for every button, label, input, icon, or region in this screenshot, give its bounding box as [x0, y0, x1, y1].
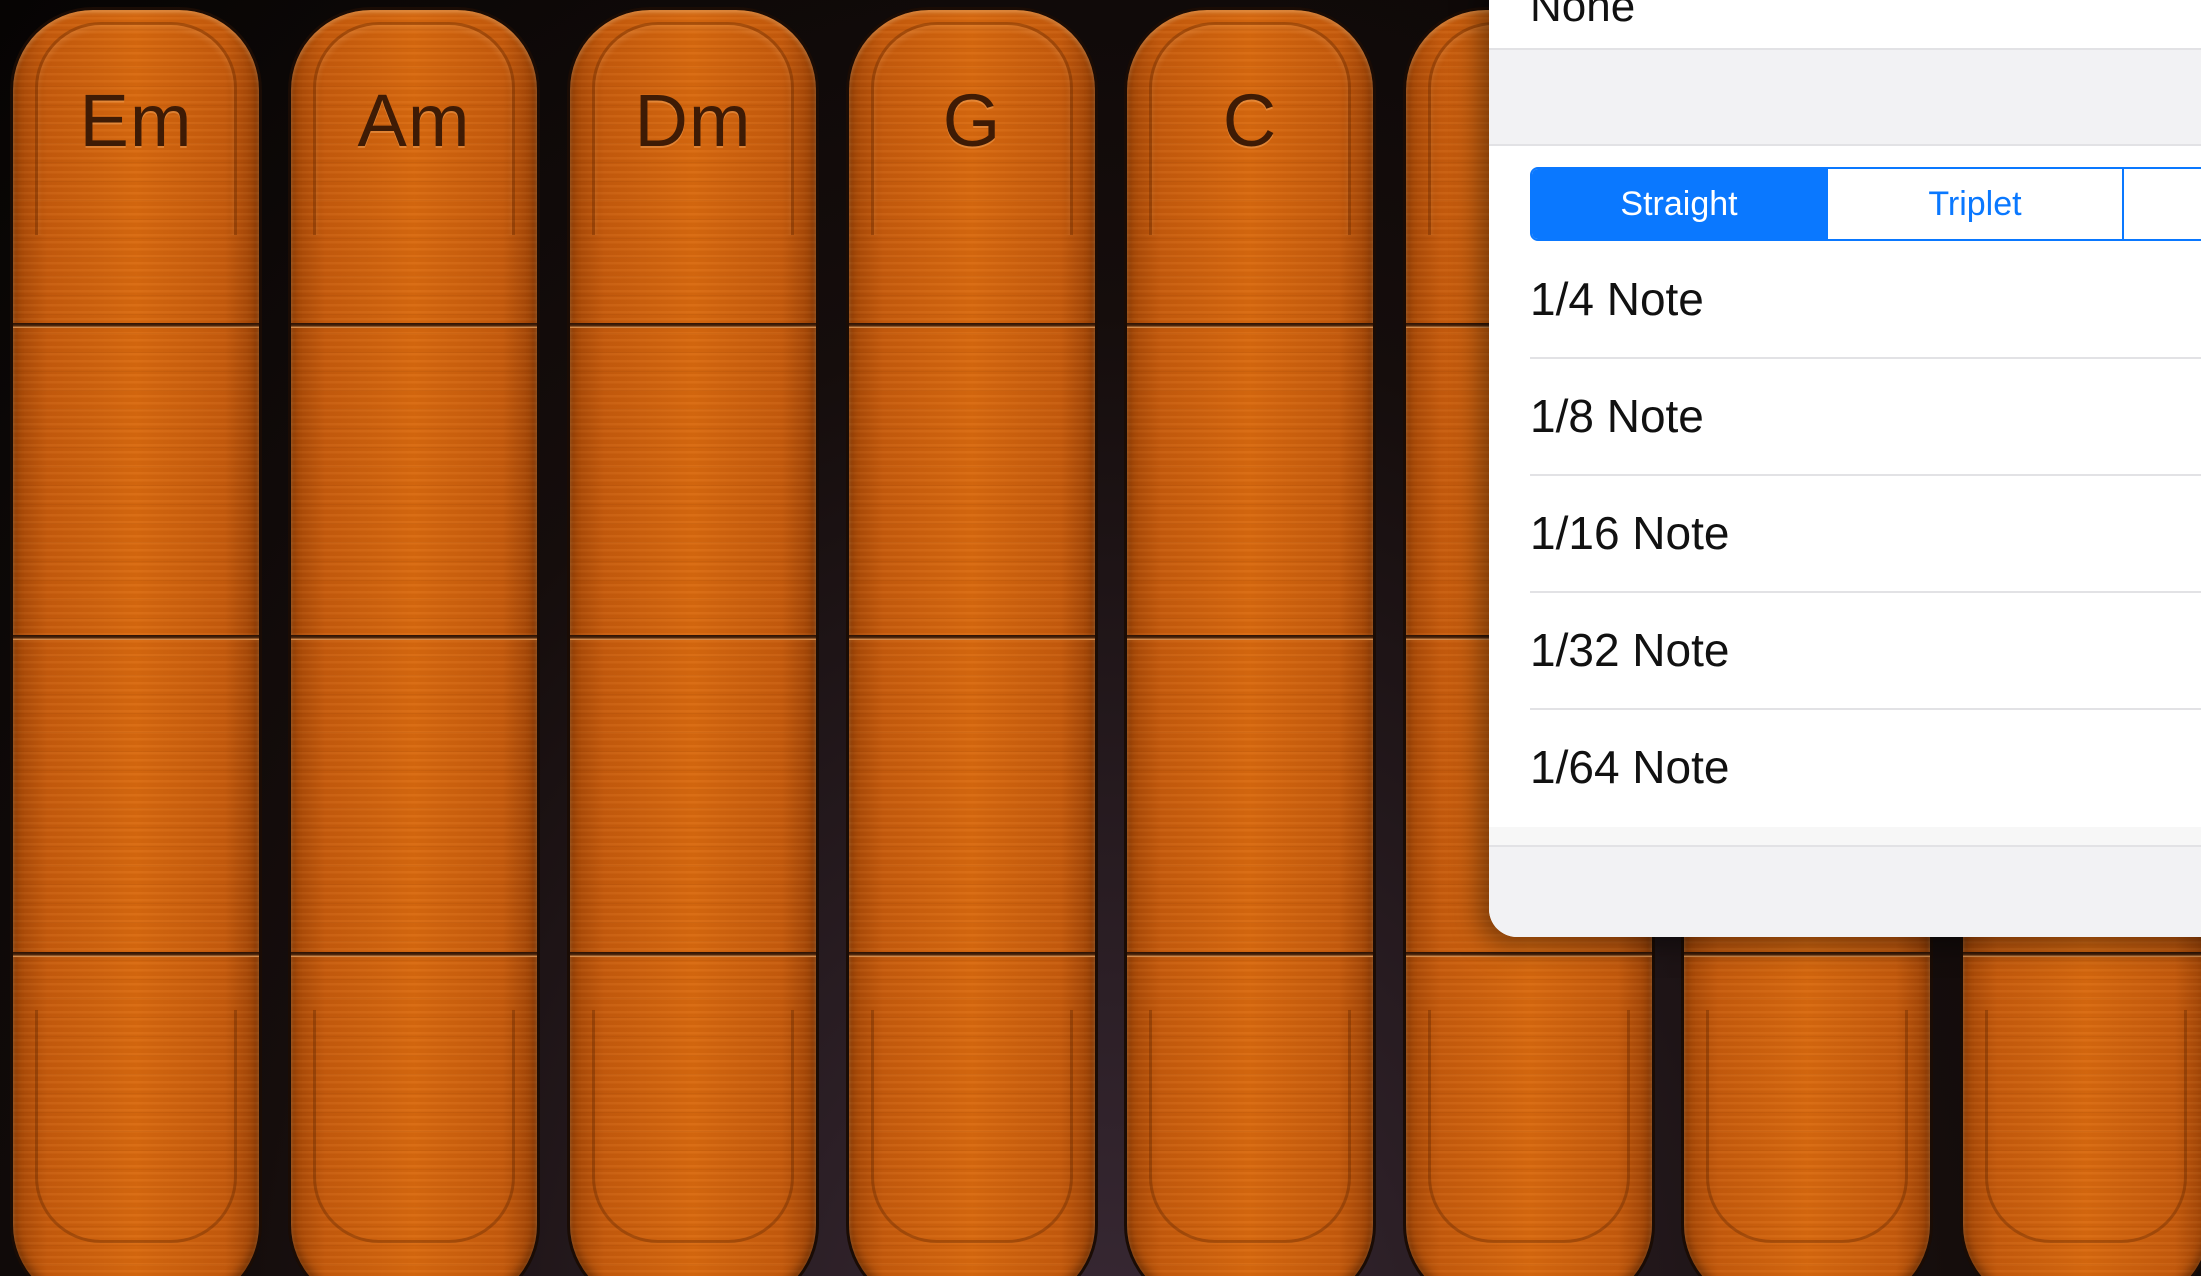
strip-divider [1406, 952, 1652, 957]
chord-strips-view: Em Am Dm G C None Straight Triplet 1/4 N… [0, 0, 2201, 1276]
segment-triplet[interactable]: Triplet [1828, 169, 2124, 239]
strip-groove [592, 1010, 794, 1243]
strip-divider [291, 635, 537, 640]
note-option-quarter[interactable]: 1/4 Note [1489, 242, 2201, 359]
timing-segment-row: Straight Triplet [1489, 146, 2201, 242]
chord-strip-c[interactable]: C [1127, 10, 1373, 1276]
strip-divider [570, 323, 816, 328]
strip-divider [13, 323, 259, 328]
note-option-sixty-fourth[interactable]: 1/64 Note [1489, 710, 2201, 827]
strip-groove [1428, 1010, 1630, 1243]
note-option-label: 1/64 Note [1530, 741, 1730, 793]
note-option-label: 1/32 Note [1530, 624, 1730, 676]
strip-divider [291, 952, 537, 957]
strip-divider [1127, 323, 1373, 328]
strip-divider [570, 635, 816, 640]
chord-label: G [942, 79, 1002, 162]
chord-label: C [1222, 79, 1278, 162]
note-option-label: 1/8 Note [1530, 390, 1704, 442]
note-option-label: 1/16 Note [1530, 507, 1730, 559]
chord-label: Dm [634, 79, 752, 162]
segment-third[interactable] [2124, 169, 2201, 239]
section-gap [1489, 50, 2201, 146]
note-option-thirty-second[interactable]: 1/32 Note [1489, 593, 2201, 710]
note-option-eighth[interactable]: 1/8 Note [1489, 359, 2201, 476]
strip-divider [849, 952, 1095, 957]
strip-divider [1127, 952, 1373, 957]
note-option-sixteenth[interactable]: 1/16 Note [1489, 476, 2201, 593]
chord-strip-em[interactable]: Em [13, 10, 259, 1276]
note-value-popover: None Straight Triplet 1/4 Note 1/8 Note … [1489, 0, 2201, 937]
strip-divider [1963, 952, 2201, 957]
strip-groove [35, 1010, 237, 1243]
chord-strip-g[interactable]: G [849, 10, 1095, 1276]
strip-divider [1684, 952, 1930, 957]
chord-strip-am[interactable]: Am [291, 10, 537, 1276]
strip-groove [871, 1010, 1073, 1243]
strip-divider [291, 323, 537, 328]
chord-label: Em [79, 79, 193, 162]
chord-label: Am [357, 79, 471, 162]
none-option-label: None [1530, 0, 1636, 31]
segment-straight[interactable]: Straight [1532, 169, 1828, 239]
footer-gap [1489, 847, 2201, 937]
strip-divider [13, 635, 259, 640]
strip-divider [1127, 635, 1373, 640]
note-option-label: 1/4 Note [1530, 273, 1704, 325]
strip-groove [1985, 1010, 2187, 1243]
strip-groove [313, 1010, 515, 1243]
chord-strip-dm[interactable]: Dm [570, 10, 816, 1276]
timing-segmented-control: Straight Triplet [1530, 167, 2201, 241]
strip-groove [1706, 1010, 1908, 1243]
strip-divider [849, 635, 1095, 640]
strip-divider [849, 323, 1095, 328]
strip-groove [1149, 1010, 1351, 1243]
strip-divider [570, 952, 816, 957]
strip-divider [13, 952, 259, 957]
none-option[interactable]: None [1489, 0, 2201, 48]
